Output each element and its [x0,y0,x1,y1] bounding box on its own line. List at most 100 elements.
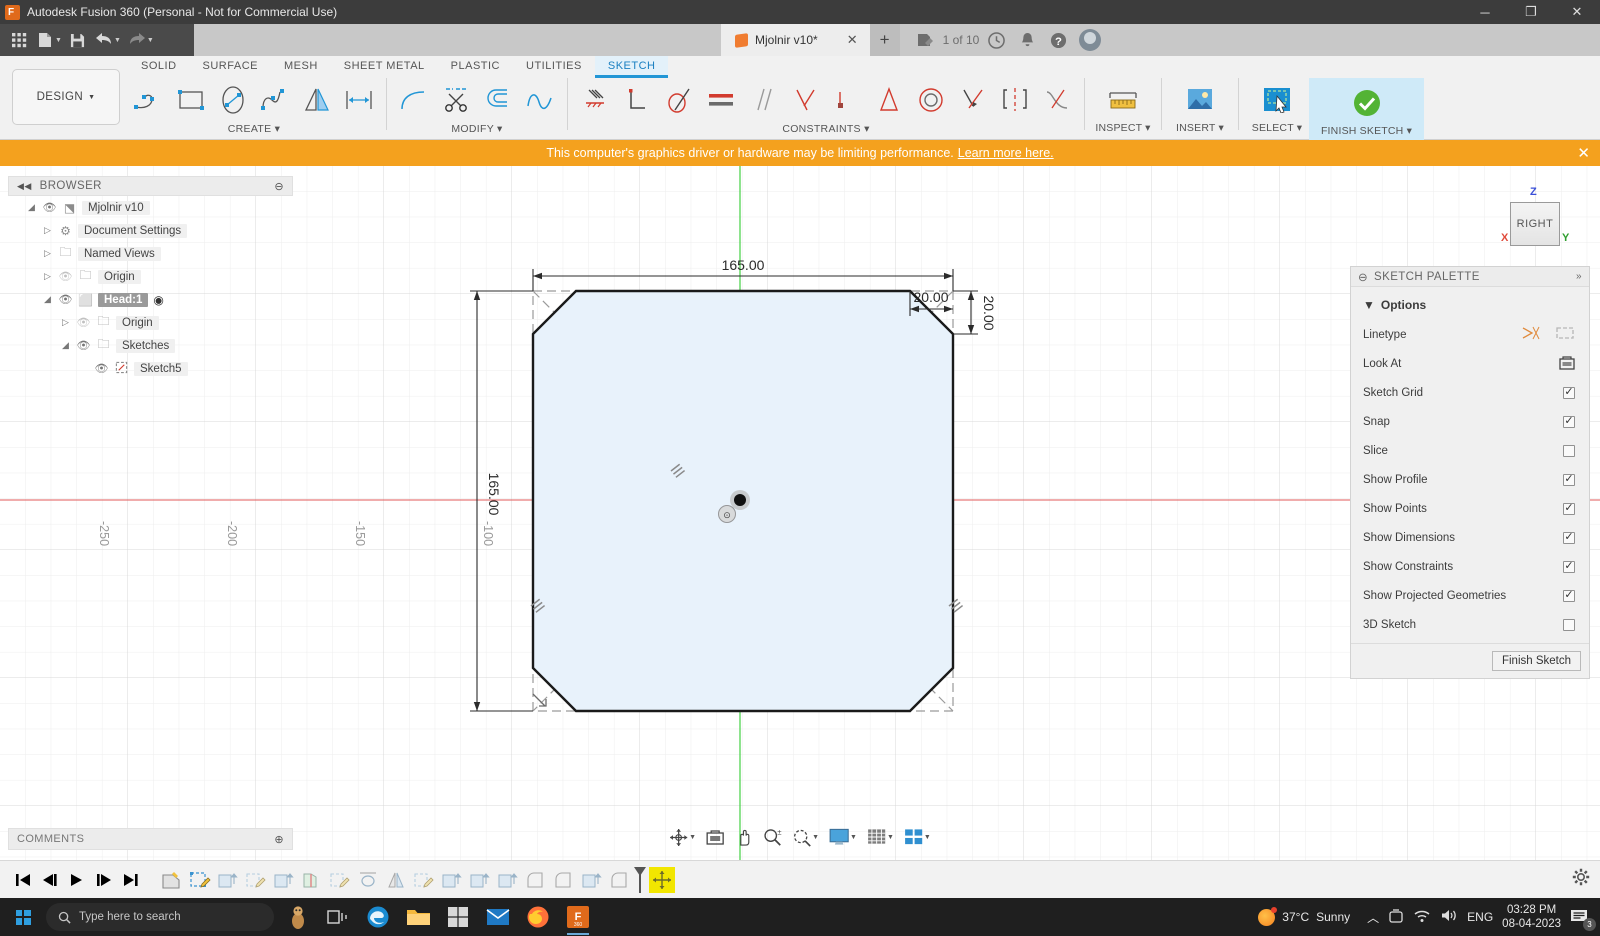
sketch-grid-checkbox[interactable] [1563,386,1575,399]
recent-activity-icon[interactable] [982,26,1010,54]
tree-item-origin-head[interactable]: ▷ 👁 🗀 Origin [8,311,293,334]
perpendicular-constraint-icon[interactable] [616,78,658,122]
new-file-caret-icon[interactable]: ▼ [55,37,62,44]
timeline-extrude-feature[interactable] [579,867,605,893]
circle-tool-icon[interactable] [212,78,254,122]
fix-constraint-icon[interactable] [574,78,616,122]
close-window-button[interactable]: ✕ [1554,0,1600,24]
timeline-go-end-button[interactable] [118,867,143,893]
store-icon[interactable] [438,898,478,936]
slice-checkbox[interactable] [1563,444,1575,457]
timeline-sketch-edit-feature[interactable] [327,867,353,893]
view-cube[interactable]: Z X Y RIGHT [1500,186,1569,246]
sketch-dimension-icon[interactable] [338,78,380,122]
browser-panel[interactable]: ◀◀ BROWSER ⊖ ◢ 👁 ⬔ Mjolnir v10 ▷ ⚙ Docum… [8,176,293,380]
inspect-button[interactable]: INSPECT ▾ [1091,78,1155,134]
rectangle-tool-icon[interactable] [170,78,212,122]
taskview-icon[interactable] [318,898,358,936]
fit-tool[interactable]: ▼ [788,825,823,849]
timeline-fillet-feature[interactable] [523,867,549,893]
tree-item-mjolnir[interactable]: ◢ 👁 ⬔ Mjolnir v10 [8,196,293,219]
palette-options-icon[interactable]: ⊖ [1358,270,1368,284]
tree-item-document-settings[interactable]: ▷ ⚙ Document Settings [8,219,293,242]
activate-component-radio[interactable]: ◉ [153,293,163,307]
timeline-mirror-feature[interactable] [383,867,409,893]
jobs-status-icon[interactable] [912,26,940,54]
banner-close-icon[interactable]: ✕ [1577,144,1590,162]
look-at-tool[interactable] [702,825,728,849]
sketch-palette-header[interactable]: ⊖ SKETCH PALETTE » [1351,267,1589,287]
grid-menu-icon[interactable] [6,27,32,53]
offset-tool-icon[interactable] [477,78,519,122]
tree-item-origin-root[interactable]: ▷ 👁 🗀 Origin [8,265,293,288]
workspace-selector[interactable]: DESIGN ▼ [12,69,120,125]
show-points-checkbox[interactable] [1563,502,1575,515]
options-section-header[interactable]: ▼ Options [1351,293,1589,320]
horizontal-vertical-constraint-icon[interactable] [952,78,994,122]
tray-expand-icon[interactable]: ︿ [1367,909,1379,926]
curve-tool-icon[interactable] [519,78,561,122]
trim-tool-icon[interactable] [435,78,477,122]
timeline-sketch-edit-feature[interactable] [187,867,213,893]
orbit-tool[interactable]: ▼ [665,825,700,849]
timeline-marker[interactable] [634,866,647,893]
tree-item-head[interactable]: ◢ 👁 ⬜ Head:1 ◉ [8,288,293,311]
expand-arrow-icon[interactable]: ◢ [60,340,71,351]
show-dimensions-checkbox[interactable] [1563,531,1575,544]
curvature-constraint-icon[interactable] [1036,78,1078,122]
add-comment-icon[interactable]: ⊕ [274,833,284,846]
expand-arrow-icon[interactable]: ▷ [42,271,53,282]
display-settings-tool[interactable]: ▼ [825,825,861,849]
firefox-icon[interactable] [518,898,558,936]
new-tab-button[interactable]: + [869,24,900,56]
concentric-constraint-icon[interactable] [910,78,952,122]
symmetry-constraint-icon[interactable] [994,78,1036,122]
user-avatar[interactable] [1079,29,1102,51]
constraints-group-label[interactable]: CONSTRAINTS ▾ [782,123,869,135]
document-tab[interactable]: Mjolnir v10* ✕ [721,24,870,56]
construction-linetype-icon[interactable] [1521,325,1541,344]
show-constraints-checkbox[interactable] [1563,560,1575,573]
line-tool-icon[interactable] [128,78,170,122]
visibility-eye-icon[interactable]: 👁 [58,293,73,306]
grid-snaps-caret-icon[interactable]: ▼ [887,834,894,841]
timeline-go-start-button[interactable] [10,867,35,893]
maximize-button[interactable]: ❐ [1508,0,1554,24]
timeline-revolve-feature[interactable] [355,867,381,893]
visibility-off-icon[interactable]: 👁 [76,316,91,329]
volume-icon[interactable] [1440,908,1458,926]
timeline-fillet-feature[interactable] [551,867,577,893]
visibility-eye-icon[interactable]: 👁 [42,201,57,214]
timeline-sketch-edit-feature[interactable] [411,867,437,893]
edge-icon[interactable] [358,898,398,936]
display-settings-caret-icon[interactable]: ▼ [850,834,857,841]
browser-header[interactable]: ◀◀ BROWSER ⊖ [8,176,293,196]
timeline-extrude-feature[interactable] [495,867,521,893]
view-cube-face[interactable]: RIGHT [1510,202,1560,246]
visibility-eye-icon[interactable]: 👁 [94,362,109,375]
weather-widget[interactable]: 37°C Sunny [1258,906,1350,926]
design-canvas-area[interactable]: -250 -200 -150 -100 -50 50 ⊙ [0,166,1600,860]
onedrive-icon[interactable] [1388,908,1404,927]
sketch-palette-panel[interactable]: ⊖ SKETCH PALETTE » ▼ Options Linetype Lo… [1350,266,1590,679]
look-at-icon[interactable] [1559,355,1575,373]
timeline-extrude-feature[interactable] [215,867,241,893]
browser-collapse-icon[interactable]: ◀◀ [17,181,32,192]
select-button[interactable]: SELECT ▾ [1245,78,1309,134]
document-tab-close-icon[interactable]: ✕ [847,32,858,48]
expand-arrow-icon[interactable]: ◢ [26,202,37,213]
timeline-step-forward-button[interactable] [91,867,116,893]
palette-finish-sketch-button[interactable]: Finish Sketch [1491,651,1581,671]
fusion360-icon[interactable]: F 360 [558,898,598,936]
show-profile-checkbox[interactable] [1563,473,1575,486]
parallel-constraint-icon[interactable] [742,78,784,122]
tree-item-sketch5[interactable]: 👁 Sketch5 [8,357,293,380]
midpoint-constraint-icon[interactable] [784,78,826,122]
insert-button[interactable]: INSERT ▾ [1168,78,1232,134]
timeline-sketch-edit-feature[interactable] [243,867,269,893]
meerkat-icon[interactable] [278,898,318,936]
explorer-icon[interactable] [398,898,438,936]
visibility-eye-icon[interactable]: 👁 [76,339,91,352]
timeline-settings-icon[interactable] [1572,868,1590,891]
start-button[interactable] [0,898,46,936]
